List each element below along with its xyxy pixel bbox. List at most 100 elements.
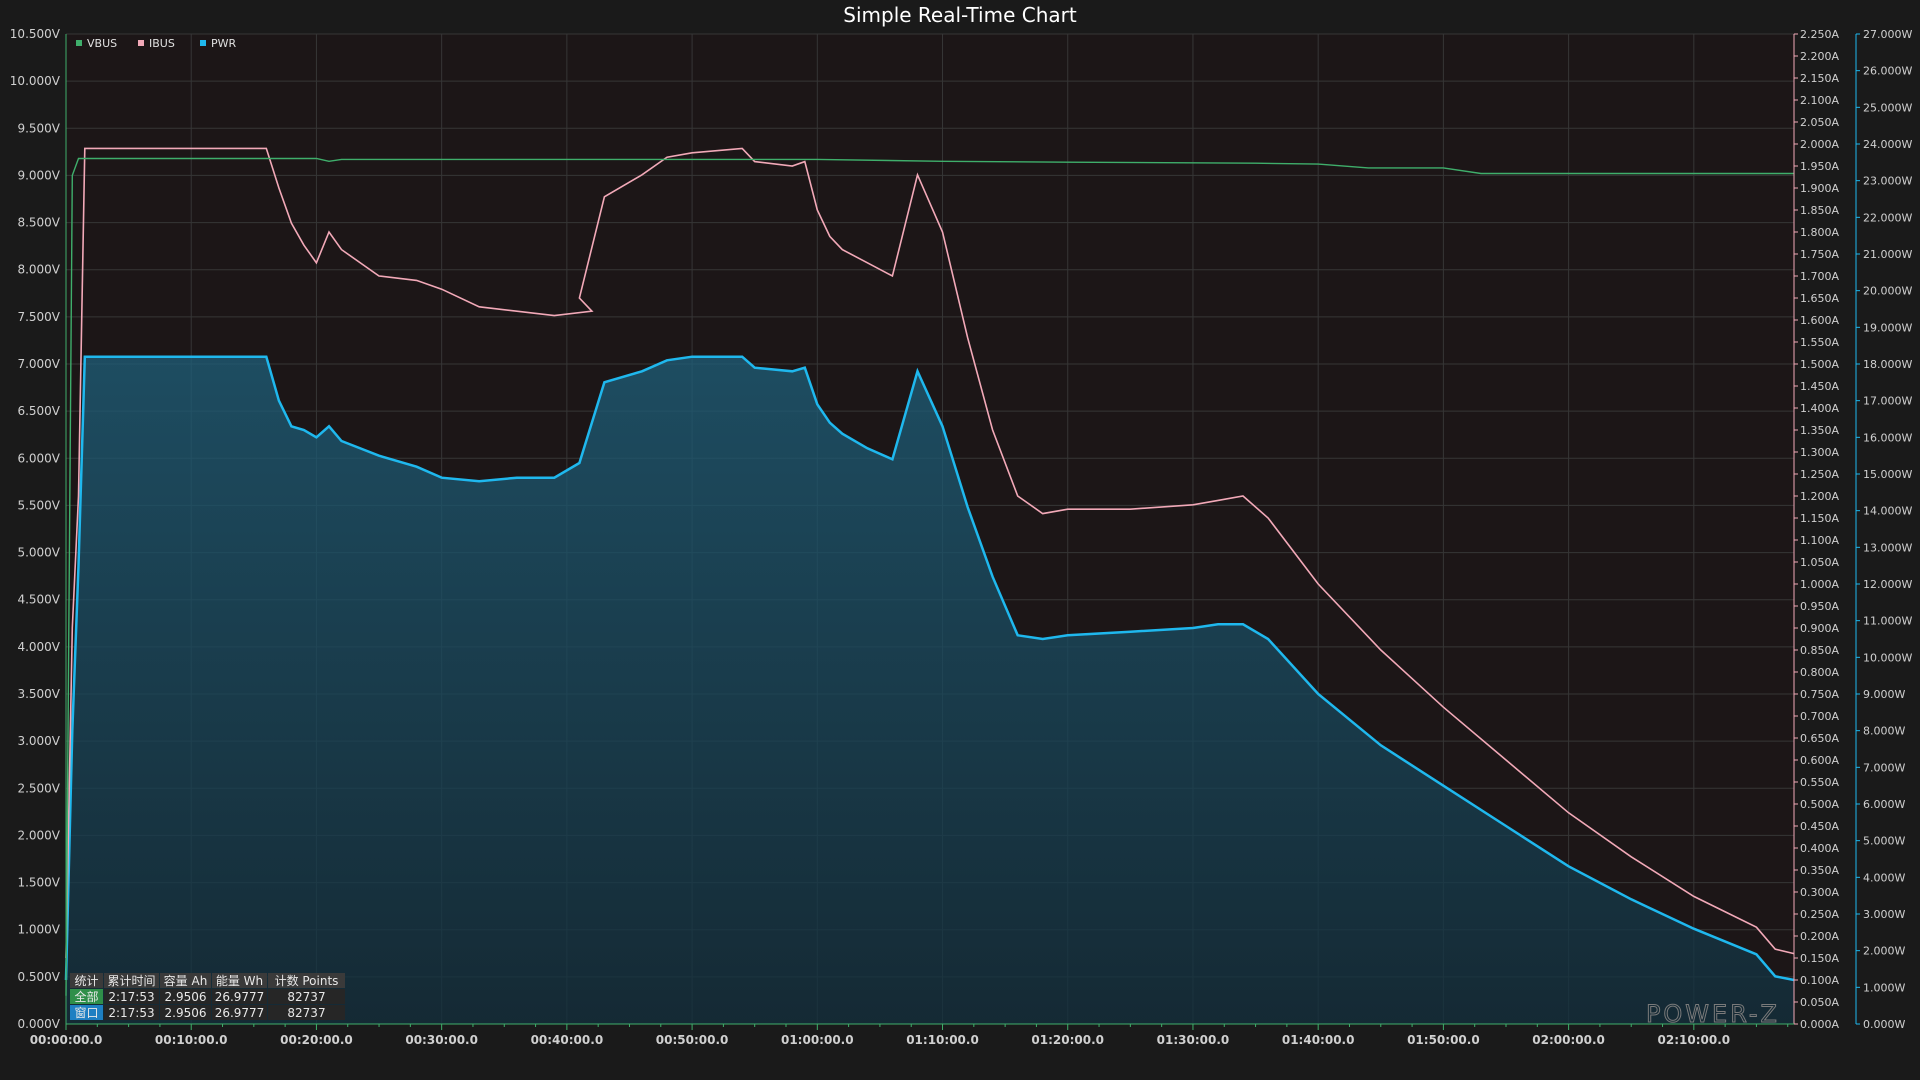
stats-cell-value: 82737 (287, 990, 325, 1004)
current-tick-label: 0.300A (1800, 886, 1839, 899)
current-tick-label: 1.800A (1800, 226, 1839, 239)
power-tick-label: 4.000W (1863, 871, 1905, 884)
time-tick-label: 01:10:00.0 (906, 1033, 979, 1047)
legend-label-vbus: VBUS (87, 37, 117, 50)
stats-cell-value: 26.9777 (215, 1006, 265, 1020)
power-tick-label: 2.000W (1863, 945, 1905, 958)
stats-table: 统计 累计时间 容量 Ah 能量 Wh 计数 Points 全部 2:17:53 2.9506… (70, 973, 345, 1020)
stats-header-label: 计数 Points (275, 973, 339, 988)
power-tick-label: 21.000W (1863, 248, 1912, 261)
stats-cell-value: 2.9506 (165, 1006, 207, 1020)
power-tick-label: 16.000W (1863, 431, 1912, 444)
voltage-tick-label: 5.000V (17, 546, 60, 560)
current-tick-label: 0.750A (1800, 688, 1839, 701)
voltage-tick-label: 0.000V (17, 1017, 60, 1031)
time-tick-label: 00:30:00.0 (405, 1033, 478, 1047)
current-tick-label: 1.050A (1800, 556, 1839, 569)
current-tick-label: 0.650A (1800, 732, 1839, 745)
voltage-tick-label: 1.000V (17, 923, 60, 937)
power-tick-label: 17.000W (1863, 395, 1912, 408)
voltage-tick-label: 8.500V (17, 216, 60, 230)
power-tick-label: 18.000W (1863, 358, 1912, 371)
current-tick-label: 0.700A (1800, 710, 1839, 723)
power-tick-label: 27.000W (1863, 28, 1912, 41)
legend-swatch-ibus (138, 40, 144, 46)
current-tick-label: 0.100A (1800, 974, 1839, 987)
current-tick-label: 1.600A (1800, 314, 1839, 327)
current-tick-label: 1.350A (1800, 424, 1839, 437)
time-tick-label: 00:00:00.0 (30, 1033, 103, 1047)
current-tick-label: 2.150A (1800, 72, 1839, 85)
voltage-tick-label: 9.500V (17, 121, 60, 135)
power-tick-label: 15.000W (1863, 468, 1912, 481)
voltage-tick-label: 0.500V (17, 970, 60, 984)
time-tick-label: 00:40:00.0 (531, 1033, 604, 1047)
power-tick-label: 6.000W (1863, 798, 1905, 811)
power-tick-label: 22.000W (1863, 211, 1912, 224)
current-tick-label: 0.250A (1800, 908, 1839, 921)
current-tick-label: 0.600A (1800, 754, 1839, 767)
time-tick-label: 00:10:00.0 (155, 1033, 228, 1047)
current-tick-label: 0.400A (1800, 842, 1839, 855)
power-tick-label: 5.000W (1863, 835, 1905, 848)
voltage-tick-label: 5.500V (17, 498, 60, 512)
power-tick-label: 11.000W (1863, 615, 1912, 628)
power-tick-label: 9.000W (1863, 688, 1905, 701)
current-tick-label: 1.450A (1800, 380, 1839, 393)
legend: VBUS IBUS PWR (76, 37, 237, 50)
power-tick-label: 7.000W (1863, 761, 1905, 774)
stats-cell-value: 窗口 (74, 1006, 98, 1020)
stats-header-label: 能量 Wh (216, 974, 263, 988)
stats-cell-value: 2.9506 (165, 990, 207, 1004)
voltage-tick-label: 10.000V (10, 74, 61, 88)
current-tick-label: 0.000A (1800, 1018, 1839, 1031)
current-tick-label: 2.000A (1800, 138, 1839, 151)
chart: Simple Real-Time Chart 0.000V 0.500V 1.000… (0, 0, 1920, 1080)
time-tick-label: 02:00:00.0 (1532, 1033, 1605, 1047)
legend-swatch-pwr (200, 40, 206, 46)
voltage-tick-label: 6.000V (17, 451, 60, 465)
current-tick-label: 0.900A (1800, 622, 1839, 635)
stats-cell-value: 82737 (287, 1006, 325, 1020)
voltage-tick-label: 2.500V (17, 781, 60, 795)
stats-cell-value: 2:17:53 (108, 990, 154, 1004)
current-tick-label: 2.200A (1800, 50, 1839, 63)
current-tick-label: 2.100A (1800, 94, 1839, 107)
voltage-tick-label: 4.500V (17, 593, 60, 607)
power-tick-label: 23.000W (1863, 175, 1912, 188)
current-tick-label: 1.750A (1800, 248, 1839, 261)
voltage-tick-label: 10.500V (10, 27, 61, 41)
power-tick-label: 25.000W (1863, 101, 1912, 114)
power-tick-label: 26.000W (1863, 65, 1912, 78)
current-tick-label: 1.250A (1800, 468, 1839, 481)
power-tick-label: 3.000W (1863, 908, 1905, 921)
power-tick-label: 19.000W (1863, 321, 1912, 334)
power-tick-label: 20.000W (1863, 285, 1912, 298)
time-tick-label: 00:20:00.0 (280, 1033, 353, 1047)
current-tick-label: 0.150A (1800, 952, 1839, 965)
power-tick-label: 8.000W (1863, 725, 1905, 738)
voltage-tick-label: 9.000V (17, 168, 60, 182)
current-tick-label: 1.400A (1800, 402, 1839, 415)
stats-header-label: 容量 Ah (164, 973, 208, 988)
stats-header-label: 统计 (74, 974, 98, 988)
time-tick-label: 01:00:00.0 (781, 1033, 854, 1047)
current-tick-label: 0.450A (1800, 820, 1839, 833)
current-tick-label: 1.000A (1800, 578, 1839, 591)
legend-label-ibus: IBUS (149, 37, 175, 50)
current-tick-label: 1.700A (1800, 270, 1839, 283)
current-tick-label: 2.250A (1800, 28, 1839, 41)
current-tick-label: 1.500A (1800, 358, 1839, 371)
power-z-logo: POWER-Z (1646, 1000, 1780, 1028)
legend-label-pwr: PWR (211, 37, 237, 50)
current-tick-label: 1.550A (1800, 336, 1839, 349)
time-tick-label: 02:10:00.0 (1658, 1033, 1731, 1047)
current-tick-label: 0.500A (1800, 798, 1839, 811)
current-tick-label: 0.850A (1800, 644, 1839, 657)
power-tick-label: 13.000W (1863, 541, 1912, 554)
chart-title: Simple Real-Time Chart (843, 3, 1077, 27)
voltage-tick-label: 7.000V (17, 357, 60, 371)
current-tick-label: 1.850A (1800, 204, 1839, 217)
power-tick-label: 24.000W (1863, 138, 1912, 151)
voltage-tick-label: 2.000V (17, 828, 60, 842)
